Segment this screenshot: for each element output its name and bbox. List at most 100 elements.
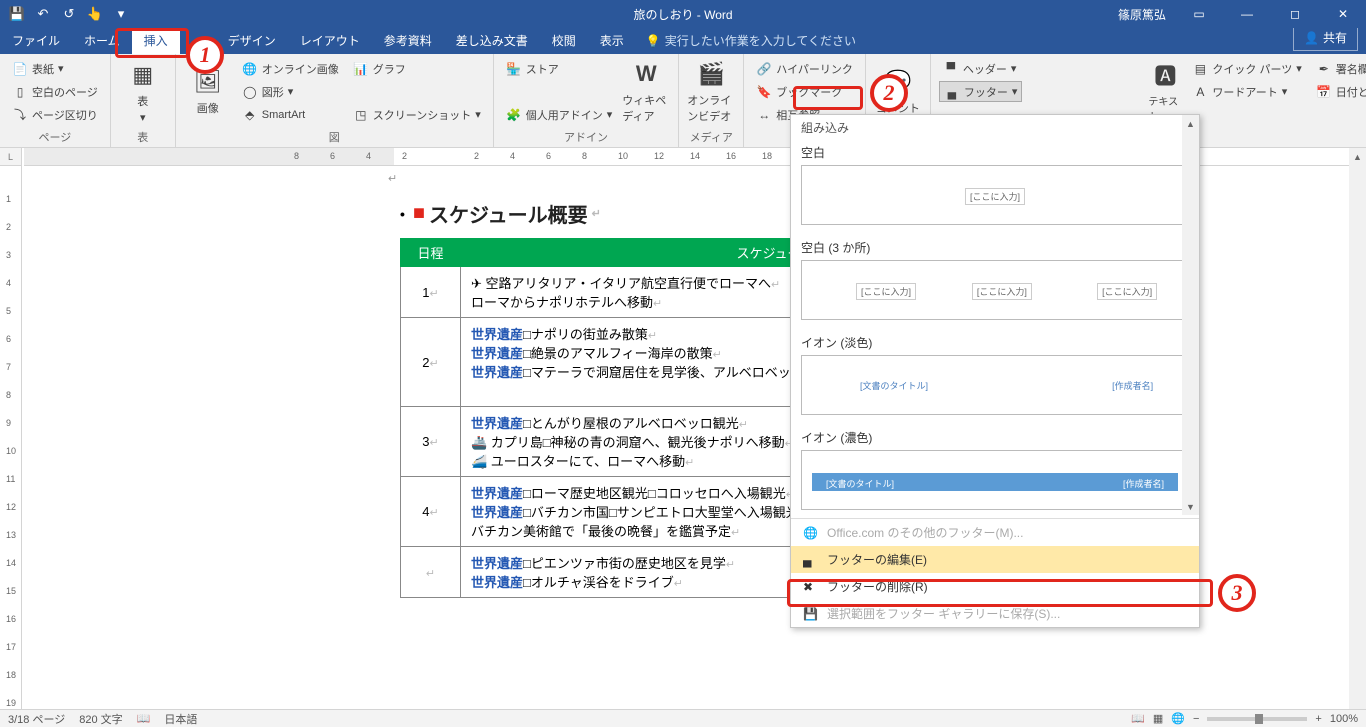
table-day-cell: 4↵ <box>401 477 461 547</box>
close-button[interactable]: ✕ <box>1320 0 1366 28</box>
header-icon: ▀ <box>943 61 959 77</box>
store-button[interactable]: 🏪ストア <box>502 58 617 79</box>
zoom-in-icon[interactable]: + <box>1315 713 1321 725</box>
status-page[interactable]: 3/18 ページ <box>8 711 65 727</box>
smartart-button[interactable]: ⬘SmartArt <box>238 104 343 125</box>
undo-button[interactable]: ↶ <box>32 3 54 25</box>
gallery-scroll-up[interactable]: ▲ <box>1182 115 1199 132</box>
highlight-box-3 <box>787 579 1213 607</box>
status-bar: 3/18 ページ 820 文字 📖 日本語 📖 ▦ 🌐 − + 100% <box>0 709 1366 727</box>
status-spellcheck-icon[interactable]: 📖 <box>137 712 151 725</box>
group-pages: 📄表紙 ▾ ▯空白のページ ⤵ページ区切り ページ <box>0 54 111 147</box>
online-pictures-button[interactable]: 🌐オンライン画像 <box>238 58 343 79</box>
tab-mailings[interactable]: 差し込み文書 <box>444 27 540 54</box>
tab-design[interactable]: デザイン <box>216 27 288 54</box>
maximize-button[interactable]: ◻ <box>1272 0 1318 28</box>
datetime-icon: 📅 <box>1316 84 1332 100</box>
gallery-item-ion-light[interactable]: イオン (淡色) [文書のタイトル] [作成者名] <box>791 328 1199 423</box>
coverpage-icon: 📄 <box>12 61 28 77</box>
page-break-button[interactable]: ⤵ページ区切り <box>8 104 102 125</box>
gallery-item-blank3-title: 空白 (3 か所) <box>801 237 1189 258</box>
tell-me-placeholder: 実行したい作業を入力してください <box>665 32 856 49</box>
office-icon: 🌐 <box>803 526 819 540</box>
placeholder-text: [ここに入力] <box>965 188 1025 205</box>
bookmark-icon: 🔖 <box>756 84 772 100</box>
myaddins-button[interactable]: 🧩個人用アドイン ▾ <box>502 104 617 125</box>
signature-button[interactable]: ✒署名欄 ▾ <box>1312 58 1366 79</box>
gallery-item-iondark-title: イオン (濃色) <box>801 427 1189 448</box>
hyperlink-button[interactable]: 🔗ハイパーリンク <box>752 58 857 79</box>
tell-me[interactable]: 💡 実行したい作業を入力してください <box>636 27 866 54</box>
blankpage-icon: ▯ <box>12 84 28 100</box>
crossref-icon: ↔ <box>756 107 772 123</box>
tab-references[interactable]: 参考資料 <box>372 27 444 54</box>
table-button[interactable]: ▦表▾ <box>119 58 167 124</box>
zoom-level[interactable]: 100% <box>1330 713 1358 725</box>
vertical-scrollbar[interactable]: ▲ <box>1349 148 1366 709</box>
save-button[interactable]: 💾 <box>6 3 28 25</box>
group-media-label: メディア <box>687 127 735 145</box>
tab-file[interactable]: ファイル <box>0 27 72 54</box>
wordart-icon: A <box>1192 84 1208 100</box>
vertical-ruler[interactable]: 12345678910111213141516171819 <box>0 166 22 709</box>
share-button[interactable]: 👤 共有 <box>1293 24 1358 51</box>
header-button[interactable]: ▀ヘッダー ▾ <box>939 58 1023 79</box>
view-print-icon[interactable]: ▦ <box>1153 712 1163 725</box>
qat-customize[interactable]: ▾ <box>110 3 132 25</box>
zoom-slider[interactable] <box>1207 717 1307 721</box>
onlinevideo-button[interactable]: 🎬オンラインビデオ <box>687 58 735 124</box>
gallery-item-blank[interactable]: 空白 [ここに入力] <box>791 138 1199 233</box>
cover-page-button[interactable]: 📄表紙 ▾ <box>8 58 102 79</box>
screenshot-icon: ◳ <box>353 107 369 123</box>
scroll-up[interactable]: ▲ <box>1349 148 1366 165</box>
view-web-icon[interactable]: 🌐 <box>1171 712 1185 725</box>
user-name[interactable]: 篠原篤弘 <box>1110 6 1174 23</box>
ribbon-options-button[interactable]: ▭ <box>1176 0 1222 28</box>
addin-icon: 🧩 <box>506 107 522 123</box>
zoom-out-icon[interactable]: − <box>1193 713 1199 725</box>
touchmode-button[interactable]: 👆 <box>84 3 106 25</box>
textbox-icon: 🅰 <box>1149 59 1181 91</box>
group-illust-label: 図 <box>184 127 485 145</box>
gallery-item-blank3[interactable]: 空白 (3 か所) [ここに入力] [ここに入力] [ここに入力] <box>791 233 1199 328</box>
onlinepic-icon: 🌐 <box>242 61 258 77</box>
datetime-button[interactable]: 📅日付と時刻 <box>1312 81 1366 102</box>
wordart-button[interactable]: Aワードアート ▾ <box>1188 81 1305 102</box>
th-day: 日程 <box>401 239 461 267</box>
wikipedia-button[interactable]: Wウィキペディア <box>622 58 670 124</box>
callout-1: 1 <box>186 36 224 74</box>
quickparts-button[interactable]: ▤クイック パーツ ▾ <box>1188 58 1305 79</box>
chart-button[interactable]: 📊グラフ <box>349 58 485 79</box>
gallery-scrollbar[interactable]: ▲ ▼ <box>1182 115 1199 515</box>
table-day-cell: 2↵ <box>401 318 461 407</box>
tab-review[interactable]: 校閲 <box>540 27 588 54</box>
group-addins-label: アドイン <box>502 127 671 145</box>
sig-icon: ✒ <box>1316 61 1332 77</box>
redo-button[interactable]: ↺ <box>58 3 80 25</box>
shapes-button[interactable]: ◯図形 ▾ <box>238 81 343 102</box>
status-words[interactable]: 820 文字 <box>79 711 122 727</box>
quickparts-icon: ▤ <box>1192 61 1208 77</box>
smartart-icon: ⬘ <box>242 107 258 123</box>
blank-page-button[interactable]: ▯空白のページ <box>8 81 102 102</box>
minimize-button[interactable]: — <box>1224 0 1270 28</box>
gallery-scroll-down[interactable]: ▼ <box>1182 498 1199 515</box>
chart-icon: 📊 <box>353 61 369 77</box>
store-icon: 🏪 <box>506 61 522 77</box>
footer-button[interactable]: ▄フッター ▾ <box>939 81 1023 102</box>
shapes-icon: ◯ <box>242 84 258 100</box>
table-icon: ▦ <box>127 59 159 91</box>
gallery-item-blank-title: 空白 <box>801 142 1189 163</box>
ruler-corner: L <box>0 148 22 166</box>
status-language[interactable]: 日本語 <box>164 711 197 727</box>
gallery-item-ion-dark[interactable]: イオン (濃色) [文書のタイトル] [作成者名] <box>791 423 1199 518</box>
tab-view[interactable]: 表示 <box>588 27 636 54</box>
group-illustrations: 🖼画像 🌐オンライン画像 ◯図形 ▾ ⬘SmartArt 📊グラフ ◳スクリーン… <box>176 54 494 147</box>
view-read-icon[interactable]: 📖 <box>1131 712 1145 725</box>
gallery-builtin-label: 組み込み <box>791 115 1199 138</box>
gallery-edit-footer[interactable]: ▄フッターの編集(E) <box>791 546 1199 573</box>
group-pages-label: ページ <box>8 127 102 145</box>
screenshot-button[interactable]: ◳スクリーンショット ▾ <box>349 104 485 125</box>
tab-layout[interactable]: レイアウト <box>288 27 372 54</box>
gallery-more-office: 🌐Office.com のその他のフッター(M)... <box>791 519 1199 546</box>
